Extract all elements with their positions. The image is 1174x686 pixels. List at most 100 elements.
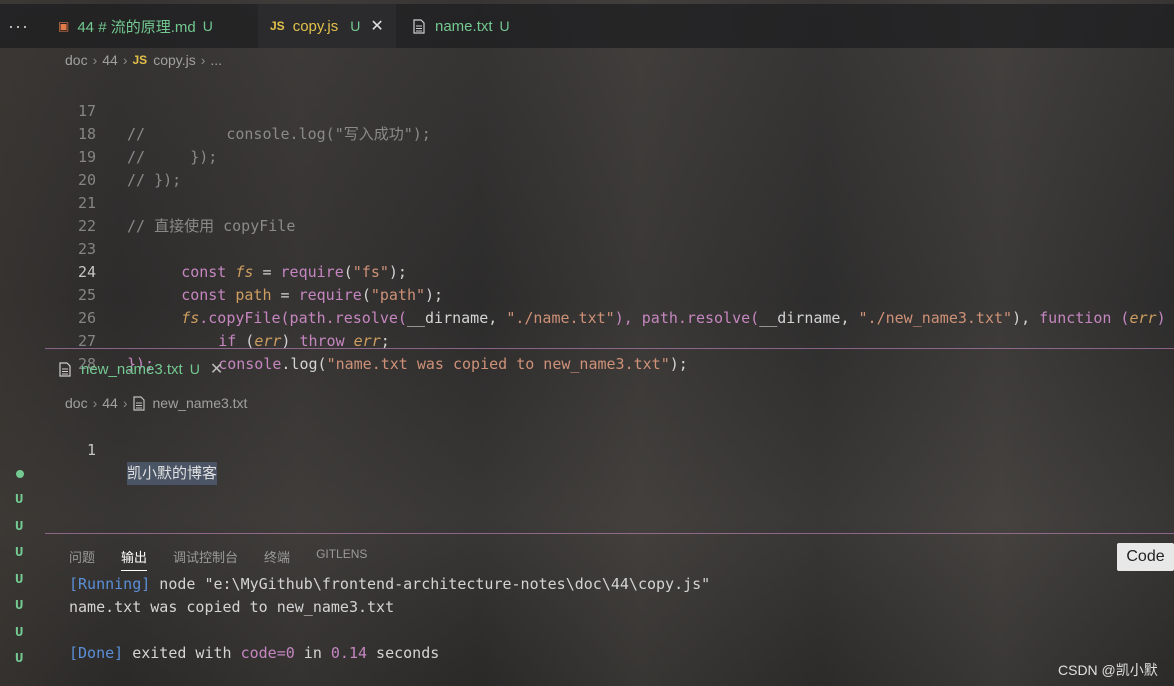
code-line: 17 // console.log("写入成功"); [0, 77, 431, 143]
code-line: 19 // }); [0, 123, 181, 189]
tab-terminal[interactable]: 终端 [264, 547, 290, 571]
js-icon: JS [132, 53, 148, 67]
status-dot [16, 470, 24, 478]
breadcrumb: doc › 44 › JS copy.js › ... [65, 52, 222, 68]
code-text: __dirname, [406, 309, 507, 327]
running-tag: [Running] [69, 575, 151, 593]
line-number: 25 [77, 286, 96, 304]
chevron-right-icon: › [122, 395, 128, 411]
code-line: 20 [0, 146, 96, 189]
chevron-right-icon: › [92, 52, 98, 68]
breadcrumb-item[interactable]: new_name3.txt [153, 395, 248, 411]
chevron-right-icon: › [92, 395, 98, 411]
breadcrumb-item[interactable]: doc [65, 395, 88, 411]
output-channel-select[interactable]: Code [1117, 543, 1174, 571]
string: "./name.txt" [506, 309, 615, 327]
tab-status: U [499, 18, 510, 34]
editor-split-divider[interactable] [45, 348, 1174, 349]
code-line-current: 24 fs.copyFile(path.resolve(__dirname, "… [0, 238, 1166, 327]
output-text: in [294, 644, 331, 662]
line-number: 21 [77, 194, 96, 212]
tab-new-name3-txt[interactable]: new_name3.txt U ✕ [59, 350, 223, 388]
code-text: ) { [1156, 309, 1166, 327]
tab-status: U [189, 361, 200, 377]
exit-code: code=0 [240, 644, 295, 662]
done-tag: [Done] [69, 644, 124, 662]
line-number: 23 [77, 240, 96, 258]
tab-label: 44 # 流的原理.md [77, 18, 196, 36]
status-badge: U [15, 598, 24, 614]
code-text: // 直接使用 copyFile [127, 217, 296, 235]
panel-divider[interactable] [45, 533, 1174, 534]
tab-status: U [350, 18, 361, 34]
elapsed-time: 0.14 [330, 644, 368, 662]
tab-problems[interactable]: 问题 [69, 547, 95, 571]
code-line: 23 const path = require("path"); [0, 215, 443, 304]
output-text: name.txt was copied to new_name3.txt [69, 598, 395, 616]
code-text: // }); [127, 148, 218, 166]
tab-copy-js[interactable]: JS copy.js U ✕ [258, 4, 396, 48]
tab-label: copy.js [292, 17, 339, 35]
file-icon [413, 18, 425, 34]
keyword: function [1039, 309, 1112, 327]
status-badge: U [15, 625, 24, 641]
output-text: seconds [367, 644, 440, 662]
output-line: name.txt was copied to new_name3.txt [69, 598, 394, 616]
watermark: CSDN @凯小默 [1058, 662, 1158, 678]
line-number: 22 [77, 217, 96, 235]
breadcrumb-item[interactable]: doc [65, 52, 88, 68]
code-line: 22 const fs = require("fs"); [0, 192, 407, 281]
source-control-markers: U U U U U U U [0, 455, 40, 686]
more-actions-icon[interactable]: ··· [8, 16, 29, 37]
second-editor-tab-bar: new_name3.txt U ✕ [45, 350, 1174, 388]
breadcrumb-item[interactable]: ... [210, 52, 222, 68]
variable: err [1129, 309, 1157, 327]
tab-output[interactable]: 输出 [121, 547, 148, 571]
editor-tab-bar: ··· ▣ 44 # 流的原理.md U JS copy.js U ✕ name… [0, 4, 1174, 48]
code-line: 25 if (err) throw err; [0, 261, 390, 350]
file-icon [132, 395, 145, 411]
close-icon[interactable]: ✕ [210, 359, 223, 379]
close-icon[interactable]: ✕ [370, 16, 383, 36]
js-icon: JS [270, 19, 285, 33]
code-line: 26 console.log("name.txt was copied to n… [0, 284, 688, 373]
code-text: 凯小默的博客 [127, 462, 218, 485]
code-text: // console.log("写入成功"); [127, 125, 431, 143]
status-badge: U [15, 492, 24, 508]
line-number: 26 [77, 309, 96, 327]
status-badge: U [15, 651, 24, 667]
file-icon [59, 361, 71, 377]
tab-gitlens[interactable]: GITLENS [316, 547, 367, 571]
code-line: 21 // 直接使用 copyFile [0, 169, 295, 235]
tab-label: new_name3.txt [81, 360, 183, 378]
code-text: ), [1012, 309, 1040, 327]
breadcrumb-item[interactable]: 44 [102, 52, 118, 68]
output-line: [Done] exited with code=0 in 0.14 second… [69, 644, 439, 662]
code-line-current: 1 凯小默的博客 [0, 416, 1174, 485]
second-breadcrumb: doc › 44 › new_name3.txt [65, 395, 247, 411]
code-text: ), path.resolve( [614, 309, 760, 327]
code-line: 27 }); [0, 307, 154, 373]
status-badge: U [15, 519, 24, 535]
panel-tabs: 问题 输出 调试控制台 终端 GITLENS [69, 547, 393, 571]
line-number: 20 [77, 171, 96, 189]
status-badge: U [15, 572, 24, 588]
line-number: 17 [77, 102, 96, 120]
output-line: [Running] node "e:\MyGithub\frontend-arc… [69, 575, 710, 593]
line-number: 1 [86, 441, 96, 459]
tab-stream-md[interactable]: ▣ 44 # 流的原理.md U [58, 4, 213, 48]
breadcrumb-item[interactable]: 44 [102, 395, 118, 411]
line-number: 18 [77, 125, 96, 143]
tab-debug-console[interactable]: 调试控制台 [173, 547, 238, 571]
output-text: exited with [123, 644, 241, 662]
code-line: 28 [0, 330, 96, 373]
tab-status: U [202, 18, 213, 34]
chevron-right-icon: › [200, 52, 206, 68]
code-text: __dirname, [759, 309, 859, 327]
tab-name-txt[interactable]: name.txt U [413, 4, 510, 48]
markdown-icon: ▣ [58, 19, 70, 33]
string: "./new_name3.txt" [858, 309, 1013, 327]
code-line: 18 // }); [0, 100, 217, 166]
chevron-right-icon: › [122, 52, 128, 68]
breadcrumb-item[interactable]: copy.js [153, 52, 196, 68]
